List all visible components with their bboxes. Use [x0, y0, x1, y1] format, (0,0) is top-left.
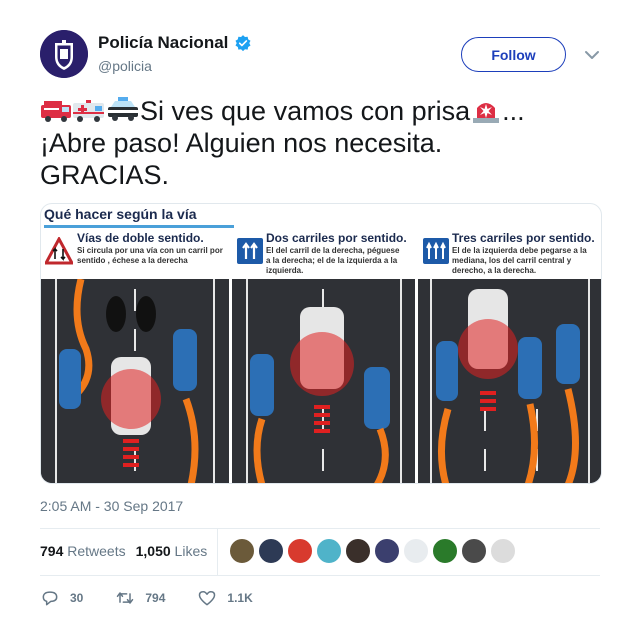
retweet-icon	[117, 592, 134, 604]
divider	[40, 528, 600, 529]
avatar[interactable]	[40, 30, 88, 78]
stats-divider	[217, 528, 218, 575]
tweet-media-image[interactable]: Qué hacer según la vía Vías de doble sen…	[40, 203, 602, 484]
retweet-count: 794	[145, 591, 166, 605]
author-block: Policía Nacional @policia	[98, 33, 252, 74]
tweet-card: Policía Nacional @policia Follow Si ves …	[0, 0, 640, 637]
police-badge-icon	[40, 30, 88, 78]
heart-icon	[199, 591, 216, 606]
tweet-text-suffix: ...	[502, 96, 525, 126]
likes-stat[interactable]: 1,050 Likes	[136, 543, 208, 559]
media-panel-two-lanes: Dos carriles por sentido. El del carril …	[232, 229, 415, 483]
likers-avatars	[229, 538, 516, 564]
media-panel-three-lanes: Tres carriles por sentido. El de la izqu…	[418, 229, 601, 483]
media-title-underline	[44, 225, 234, 228]
road-illustration	[41, 279, 229, 483]
tweet-text-line-3: GRACIAS.	[40, 160, 170, 190]
author-name[interactable]: Policía Nacional	[98, 33, 228, 53]
liker-avatar[interactable]	[287, 538, 313, 564]
tweet-text-line-2: ¡Abre paso! Alguien nos necesita.	[40, 128, 443, 158]
reply-count: 30	[70, 591, 84, 605]
like-button[interactable]: 1.1K	[197, 588, 253, 608]
media-panel-two-way: Vías de doble sentido. Si circula por un…	[41, 229, 229, 483]
panel-title: Tres carriles por sentido.	[452, 231, 595, 245]
ambulance-icon	[73, 100, 104, 122]
tweet-actions: 30 794 1.1K	[40, 588, 285, 608]
follow-button[interactable]: Follow	[461, 37, 566, 72]
liker-avatar[interactable]	[374, 538, 400, 564]
police-car-icon	[108, 97, 138, 121]
liker-avatar[interactable]	[258, 538, 284, 564]
like-count: 1.1K	[227, 591, 253, 605]
three-lanes-sign-icon	[423, 238, 449, 264]
liker-avatar[interactable]	[229, 538, 255, 564]
fire-engine-icon	[41, 101, 71, 122]
verified-badge-icon	[235, 35, 251, 52]
panel-description: El de la izquierda debe pegarse a la med…	[452, 246, 587, 275]
liker-avatar[interactable]	[490, 538, 516, 564]
tweet-stats: 794 Retweets 1,050 Likes	[40, 543, 207, 559]
liker-avatar[interactable]	[403, 538, 429, 564]
police-light-icon	[473, 103, 500, 123]
two-lanes-sign-icon	[237, 238, 263, 264]
road-illustration	[418, 279, 601, 483]
panel-title: Vías de doble sentido.	[77, 231, 204, 245]
retweet-button[interactable]: 794	[115, 588, 165, 608]
liker-avatar[interactable]	[432, 538, 458, 564]
author-handle[interactable]: @policia	[98, 58, 252, 74]
chevron-down-icon[interactable]	[582, 46, 602, 64]
reply-button[interactable]: 30	[40, 588, 83, 608]
tweet-text: Si ves que vamos con prisa ... ¡Abre pas…	[40, 95, 600, 191]
retweets-stat[interactable]: 794 Retweets	[40, 543, 126, 559]
liker-avatar[interactable]	[345, 538, 371, 564]
tweet-timestamp[interactable]: 2:05 AM - 30 Sep 2017	[40, 498, 183, 514]
panel-description: Si circula por una vía con un carril por…	[77, 246, 223, 265]
liker-avatar[interactable]	[316, 538, 342, 564]
liker-avatar[interactable]	[461, 538, 487, 564]
divider	[40, 575, 600, 576]
tweet-text-line-1: Si ves que vamos con prisa	[140, 96, 471, 126]
panel-title: Dos carriles por sentido.	[266, 231, 407, 245]
media-title: Qué hacer según la vía	[44, 206, 197, 222]
reply-icon	[42, 591, 58, 606]
panel-description: El del carril de la derecha, péguese a l…	[266, 246, 400, 275]
road-illustration	[232, 279, 415, 483]
warning-sign-icon	[45, 237, 73, 265]
